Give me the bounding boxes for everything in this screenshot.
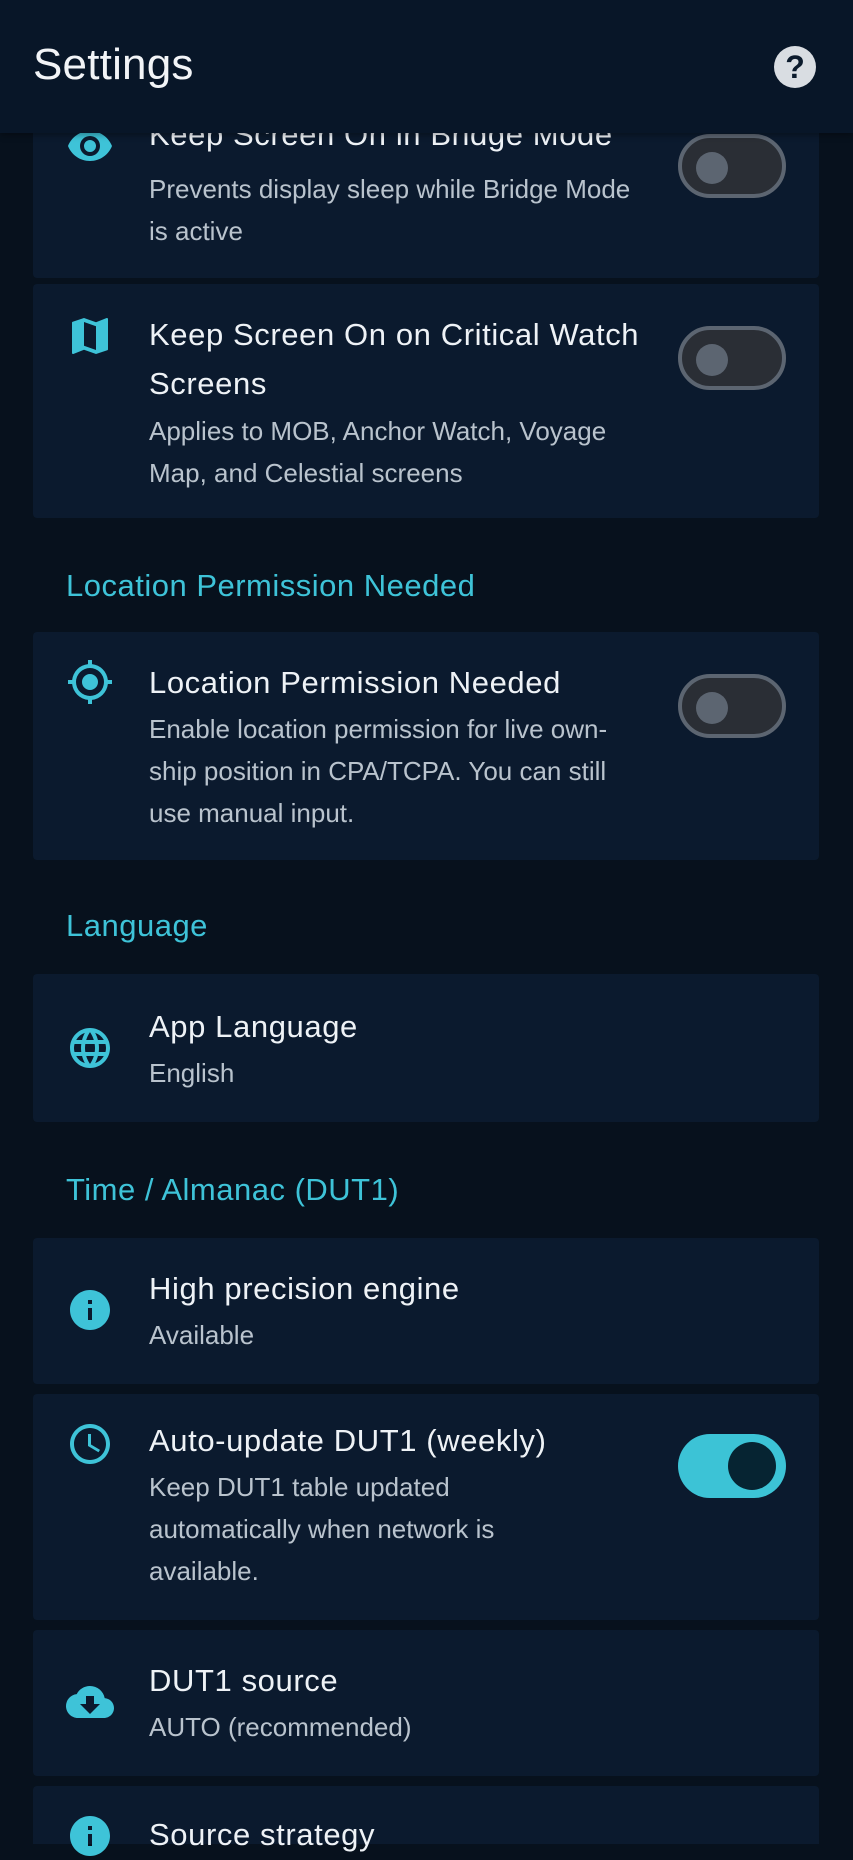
setting-subtitle: Prevents display sleep while Bridge Mode… bbox=[149, 174, 631, 246]
setting-subtitle: Available bbox=[149, 1320, 255, 1350]
setting-keep-screen-critical[interactable]: Keep Screen On on Critical Watch Screens… bbox=[33, 284, 819, 518]
setting-subtitle: English bbox=[149, 1058, 235, 1088]
setting-subtitle: AUTO (recommended) bbox=[149, 1712, 412, 1742]
toggle-knob bbox=[696, 692, 728, 724]
app-bar: Settings ? bbox=[0, 0, 853, 133]
setting-subtitle: Applies to MOB, Anchor Watch, Voyage Map… bbox=[149, 416, 607, 488]
setting-high-precision-engine: High precision engine Available bbox=[33, 1238, 819, 1384]
setting-app-language[interactable]: App Language English bbox=[33, 974, 819, 1122]
setting-title: Location Permission Needed bbox=[149, 665, 561, 700]
setting-auto-update-dut1[interactable]: Auto-update DUT1 (weekly) Keep DUT1 tabl… bbox=[33, 1394, 819, 1620]
auto-update-dut1-toggle[interactable] bbox=[678, 1434, 786, 1498]
globe-icon bbox=[66, 1024, 114, 1072]
setting-source-strategy[interactable]: Source strategy bbox=[33, 1786, 819, 1856]
location-permission-toggle[interactable] bbox=[678, 674, 786, 738]
toggle-knob bbox=[728, 1442, 776, 1490]
setting-title: High precision engine bbox=[149, 1271, 460, 1306]
cloud-download-icon bbox=[66, 1678, 114, 1726]
setting-keep-screen-bridge[interactable]: Keep Screen On in Bridge Mode Prevents d… bbox=[33, 110, 819, 278]
info-icon bbox=[66, 1812, 114, 1860]
page-title: Settings bbox=[33, 40, 194, 89]
setting-location-permission[interactable]: Location Permission Needed Enable locati… bbox=[33, 632, 819, 860]
setting-title: App Language bbox=[149, 1009, 358, 1044]
info-icon bbox=[66, 1286, 114, 1334]
setting-title: Source strategy bbox=[149, 1817, 376, 1852]
section-header-location: Location Permission Needed bbox=[66, 568, 476, 603]
setting-title: Keep Screen On on Critical Watch Screens bbox=[149, 317, 640, 401]
help-icon[interactable]: ? bbox=[774, 46, 816, 88]
setting-title: DUT1 source bbox=[149, 1663, 339, 1698]
toggle-knob bbox=[696, 344, 728, 376]
clock-icon bbox=[66, 1420, 114, 1468]
setting-subtitle: Keep DUT1 table updated automatically wh… bbox=[149, 1472, 495, 1586]
keep-screen-critical-toggle[interactable] bbox=[678, 326, 786, 390]
setting-dut1-source[interactable]: DUT1 source AUTO (recommended) bbox=[33, 1630, 819, 1776]
toggle-knob bbox=[696, 152, 728, 184]
section-header-language: Language bbox=[66, 908, 208, 943]
setting-subtitle: Enable location permission for live own-… bbox=[149, 714, 608, 828]
crosshair-icon bbox=[66, 658, 114, 706]
setting-title: Auto-update DUT1 (weekly) bbox=[149, 1423, 547, 1458]
section-header-time: Time / Almanac (DUT1) bbox=[66, 1172, 400, 1207]
keep-screen-bridge-toggle[interactable] bbox=[678, 134, 786, 198]
map-icon bbox=[66, 312, 114, 360]
